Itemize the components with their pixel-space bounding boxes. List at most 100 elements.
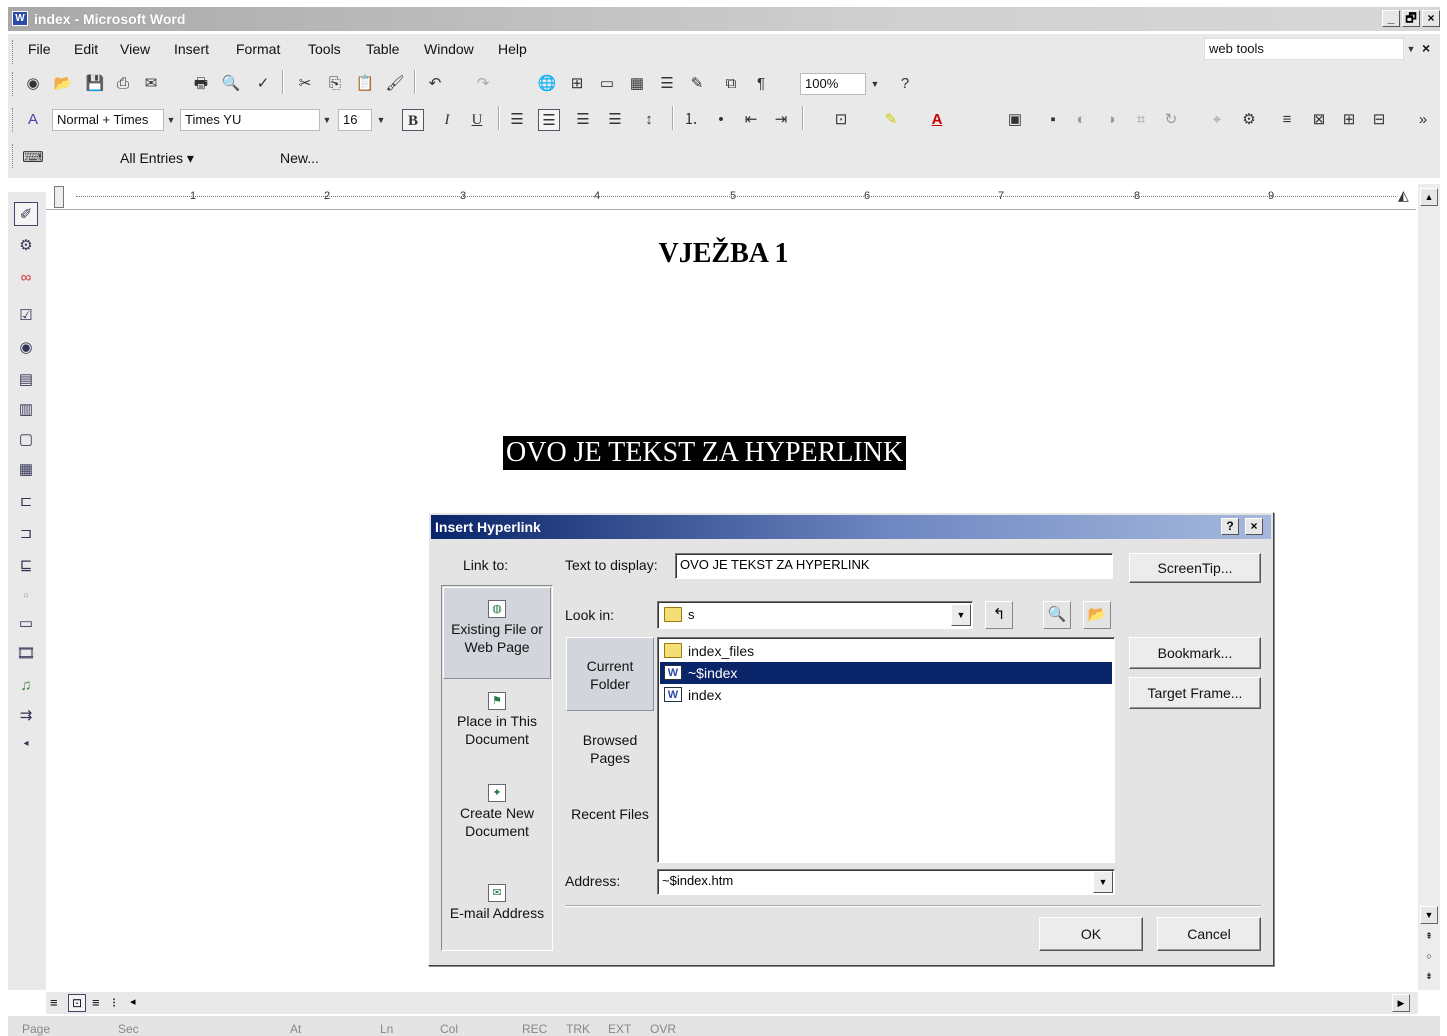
close-document-button[interactable]: × [1422,40,1430,56]
ask-question-dropdown[interactable]: ▼ [1404,39,1418,59]
show-hide-icon[interactable]: ¶ [750,73,772,95]
link-create-new-document[interactable]: ✦ Create New Document [444,784,550,840]
dialog-close-button[interactable]: × [1245,518,1263,535]
align-right-icon[interactable]: ☰ [572,109,594,131]
screentip-button[interactable]: ScreenTip... [1129,553,1261,583]
font-size-box[interactable]: 16 [338,109,372,131]
autotext-icon[interactable]: ⌨ [22,147,44,169]
cut-icon[interactable]: ✂ [294,73,316,95]
design-mode-icon[interactable]: ✐ [14,202,38,226]
bullets-icon[interactable]: • [710,109,732,131]
selected-text[interactable]: OVO JE TEKST ZA HYPERLINK [503,436,907,470]
open-icon[interactable]: 📂 [52,73,74,95]
normal-view-icon[interactable]: ≡ [50,995,58,1010]
horizontal-scrollbar[interactable]: ≡ ⊡ ≡ ⁝ ◂ ▶ [46,992,1418,1014]
submit-with-image-icon[interactable]: ⊐ [14,522,38,546]
toolbar-grip[interactable] [12,144,15,168]
ask-question-box[interactable]: web tools [1204,38,1404,60]
nav-current-folder[interactable]: Current Folder [565,657,655,693]
increase-indent-icon[interactable]: ⇥ [770,109,792,131]
nav-browsed-pages[interactable]: Browsed Pages [565,731,655,767]
font-dropdown[interactable]: ▼ [320,110,334,130]
dropdown-box-icon[interactable]: ▤ [14,368,38,392]
previous-page-icon[interactable]: ⇞ [1420,928,1438,946]
file-item[interactable]: index_files [660,640,1112,662]
scroll-left-button[interactable]: ◂ [130,995,136,1008]
compress-icon[interactable]: ⊠ [1308,109,1330,131]
ok-button[interactable]: OK [1039,917,1143,951]
font-color-icon[interactable]: A [926,109,948,131]
align-left-icon[interactable]: ☰ [506,109,528,131]
border-icon[interactable]: ⊡ [830,109,852,131]
file-list[interactable]: index_files W ~$index W index [657,637,1115,863]
password-icon[interactable]: ▭ [14,612,38,636]
bookmark-button[interactable]: Bookmark... [1129,637,1261,669]
web-page-preview-icon[interactable]: ◉ [22,73,44,95]
option-button-icon[interactable]: ◉ [14,336,38,360]
status-trk[interactable]: TRK [566,1022,590,1036]
insert-table-icon[interactable]: ▭ [596,73,618,95]
insert-hyperlink-icon[interactable]: 🌐 [536,73,558,95]
browse-web-icon[interactable]: 🔍 [1043,601,1071,629]
columns-icon[interactable]: ☰ [656,73,678,95]
submit-icon[interactable]: ⊏ [14,490,38,514]
textbox-icon[interactable]: ▢ [14,428,38,452]
email-icon[interactable]: ✉ [140,73,162,95]
line-spacing-icon[interactable]: ↕ [638,109,660,131]
redo-icon[interactable]: ↷ [472,73,494,95]
spelling-icon[interactable]: ✓ [252,73,274,95]
paste-icon[interactable]: 📋 [354,73,376,95]
picture-tool-icon[interactable]: ▪ [1042,109,1064,131]
sound-icon[interactable]: ♫ [14,674,38,698]
rotate-icon[interactable]: ↻ [1160,109,1182,131]
text-area-icon[interactable]: ▦ [14,458,38,482]
menu-view[interactable]: View [120,41,150,57]
line-style-icon[interactable]: ≡ [1276,109,1298,131]
all-entries-button[interactable]: All Entries ▾ [120,150,194,167]
address-dropdown-arrow[interactable]: ▼ [1093,871,1113,893]
toolbar-more-icon[interactable]: ◂ [14,732,38,756]
horizontal-ruler[interactable]: 1 2 3 4 5 6 7 8 9 ◭ [46,184,1416,210]
close-window-button[interactable]: × [1422,10,1440,27]
status-ext[interactable]: EXT [608,1022,631,1036]
toolbar-options-icon[interactable]: » [1412,109,1434,131]
look-in-dropdown-arrow[interactable]: ▼ [951,604,971,626]
align-center-icon[interactable]: ☰ [538,109,560,131]
format-painter-icon[interactable]: 🖌 [384,73,406,95]
reset-icon[interactable]: ⊑ [14,554,38,578]
scroll-down-button[interactable]: ▼ [1420,906,1438,924]
toolbar-grip[interactable] [12,40,15,64]
crop-picture-icon[interactable]: ⊞ [1338,109,1360,131]
address-input[interactable]: ~$index.htm [657,869,1115,895]
italic-button[interactable]: I [436,109,458,131]
menu-format[interactable]: Format [236,41,280,57]
menu-edit[interactable]: Edit [74,41,98,57]
next-page-icon[interactable]: ⇟ [1420,968,1438,986]
copy-icon[interactable]: ⎘ [324,73,346,95]
select-browse-object-icon[interactable]: ○ [1420,948,1438,966]
new-autotext-button[interactable]: New... [280,150,319,166]
target-frame-button[interactable]: Target Frame... [1129,677,1261,709]
right-indent-marker[interactable]: ◭ [1398,187,1409,204]
zoom-box[interactable]: 100% [800,73,866,95]
link-place-in-document[interactable]: ⚑ Place in This Document [444,692,550,748]
cancel-button[interactable]: Cancel [1157,917,1261,951]
bold-button[interactable]: B [402,109,424,131]
hidden-icon[interactable]: ▫ [14,584,38,608]
status-rec[interactable]: REC [522,1022,547,1036]
menu-help[interactable]: Help [498,41,527,57]
print-preview-icon[interactable]: 🔍 [220,73,242,95]
word-app-icon[interactable]: W [12,11,28,26]
tab-selector-icon[interactable] [54,186,64,208]
toolbar-grip[interactable] [12,108,15,132]
minimize-button[interactable]: _ [1382,10,1400,27]
scroll-right-button[interactable]: ▶ [1392,994,1410,1012]
zoom-dropdown[interactable]: ▼ [868,74,882,94]
tables-borders-icon[interactable]: ⊞ [566,73,588,95]
file-item-selected[interactable]: W ~$index [660,662,1112,684]
scroll-up-button[interactable]: ▲ [1420,188,1438,206]
menu-table[interactable]: Table [366,41,399,57]
link-email-address[interactable]: ✉ E-mail Address [444,884,550,922]
help-icon[interactable]: ? [894,73,916,95]
decrease-indent-icon[interactable]: ⇤ [740,109,762,131]
